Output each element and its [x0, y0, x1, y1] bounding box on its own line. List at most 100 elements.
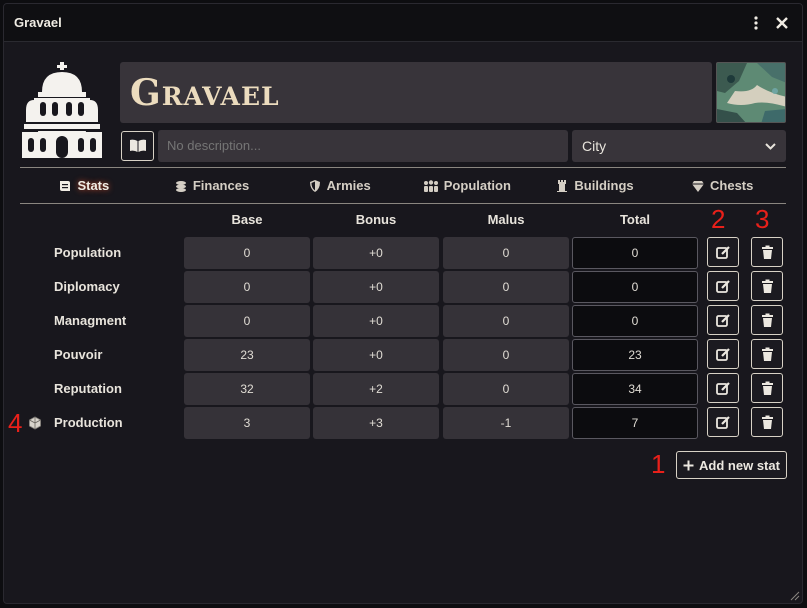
sheet-header: Gravael City — [4, 42, 802, 164]
trash-icon — [761, 381, 773, 395]
tab-chests[interactable]: Chests — [658, 178, 786, 193]
stat-name: Diplomacy — [54, 279, 120, 294]
people-icon — [423, 179, 438, 192]
stat-name: Population — [54, 245, 122, 260]
city-name: Gravael — [130, 71, 280, 114]
tower-icon — [557, 179, 568, 192]
delete-button[interactable] — [751, 237, 783, 267]
stat-total: 23 — [572, 339, 698, 371]
window-title: Gravael — [14, 15, 62, 30]
stat-row: Reputation 32 +2 0 34 — [4, 373, 802, 405]
book-button[interactable] — [121, 131, 154, 161]
delete-button[interactable] — [751, 407, 783, 437]
title-bar[interactable]: Gravael — [4, 4, 802, 42]
stat-name: Production — [54, 415, 123, 430]
stat-row: 4 Production 3 +3 -1 7 — [4, 407, 802, 439]
type-select-value: City — [582, 138, 607, 154]
stat-total: 34 — [572, 373, 698, 405]
edit-icon — [715, 313, 730, 327]
description-input[interactable] — [158, 130, 568, 162]
type-select[interactable]: City — [572, 130, 786, 162]
column-header-bonus: Bonus — [355, 212, 397, 227]
stat-base[interactable]: 3 — [184, 407, 310, 439]
stat-row: Pouvoir 23 +0 0 23 — [4, 339, 802, 371]
stat-name: Reputation — [54, 381, 122, 396]
delete-button[interactable] — [751, 339, 783, 369]
gem-icon — [692, 180, 705, 192]
stat-base[interactable]: 0 — [184, 237, 310, 269]
stat-bonus[interactable]: +0 — [313, 237, 439, 269]
edit-button[interactable] — [707, 237, 739, 267]
edit-button[interactable] — [707, 271, 739, 301]
tab-buildings[interactable]: Buildings — [531, 178, 659, 193]
annotation-1: 1 — [651, 449, 666, 479]
stat-malus[interactable]: -1 — [443, 407, 569, 439]
edit-button[interactable] — [707, 407, 739, 437]
stat-malus[interactable]: 0 — [443, 237, 569, 269]
stat-total: 0 — [572, 271, 698, 303]
stat-bonus[interactable]: +0 — [313, 305, 439, 337]
trash-icon — [761, 245, 773, 259]
book-icon — [129, 139, 146, 152]
tab-population[interactable]: Population — [403, 178, 531, 193]
stat-malus[interactable]: 0 — [443, 305, 569, 337]
stat-malus[interactable]: 0 — [443, 373, 569, 405]
stat-malus[interactable]: 0 — [443, 339, 569, 371]
column-header-malus: Malus — [487, 212, 525, 227]
stat-name: Managment — [54, 313, 127, 328]
stat-bonus[interactable]: +3 — [313, 407, 439, 439]
dice-icon[interactable] — [28, 416, 42, 435]
shield-icon — [309, 179, 320, 192]
stat-base[interactable]: 32 — [184, 373, 310, 405]
plus-icon — [683, 460, 694, 470]
stat-bonus[interactable]: +2 — [313, 373, 439, 405]
edit-icon — [715, 279, 730, 293]
stat-base[interactable]: 0 — [184, 305, 310, 337]
stat-base[interactable]: 0 — [184, 271, 310, 303]
stat-row: Diplomacy 0 +0 0 0 — [4, 271, 802, 303]
stat-base[interactable]: 23 — [184, 339, 310, 371]
annotation-4: 4 — [8, 408, 23, 438]
annotation-3: 3 — [755, 204, 770, 234]
stat-name: Pouvoir — [54, 347, 103, 362]
stat-row: Managment 0 +0 0 0 — [4, 305, 802, 337]
trash-icon — [761, 313, 773, 327]
delete-button[interactable] — [751, 305, 783, 335]
vertical-ellipsis-icon[interactable] — [746, 13, 766, 33]
edit-button[interactable] — [707, 305, 739, 335]
add-new-stat-label: Add new stat — [699, 457, 780, 473]
column-header-total: Total — [619, 212, 651, 227]
edit-button[interactable] — [707, 373, 739, 403]
trash-icon — [761, 279, 773, 293]
add-new-stat-button[interactable]: Add new stat — [676, 451, 787, 479]
trash-icon — [761, 415, 773, 429]
tab-armies[interactable]: Armies — [275, 178, 403, 193]
stat-malus[interactable]: 0 — [443, 271, 569, 303]
edit-icon — [715, 381, 730, 395]
scroll-icon — [60, 180, 71, 191]
city-name-field[interactable]: Gravael — [120, 62, 712, 123]
stat-bonus[interactable]: +0 — [313, 339, 439, 371]
tab-stats[interactable]: Stats — [20, 178, 148, 193]
delete-button[interactable] — [751, 373, 783, 403]
edit-icon — [715, 415, 730, 429]
edit-icon — [715, 347, 730, 361]
tab-finances[interactable]: Finances — [148, 178, 276, 193]
annotation-2: 2 — [711, 204, 726, 234]
stat-row: Population 0 +0 0 0 — [4, 237, 802, 269]
cathedral-icon — [22, 62, 102, 158]
trash-icon — [761, 347, 773, 361]
stat-bonus[interactable]: +0 — [313, 271, 439, 303]
tab-bar: Stats Finances Armies Population Buildin… — [20, 167, 786, 204]
city-sheet-window: Gravael Gravael No description... City S… — [3, 3, 803, 604]
stat-total: 0 — [572, 305, 698, 337]
edit-button[interactable] — [707, 339, 739, 369]
stat-total: 7 — [572, 407, 698, 439]
delete-button[interactable] — [751, 271, 783, 301]
edit-icon — [715, 245, 730, 259]
close-icon[interactable] — [772, 13, 792, 33]
column-header-base: Base — [231, 212, 263, 227]
resize-handle-icon[interactable] — [790, 591, 800, 601]
map-thumbnail[interactable] — [716, 62, 786, 123]
stat-total: 0 — [572, 237, 698, 269]
